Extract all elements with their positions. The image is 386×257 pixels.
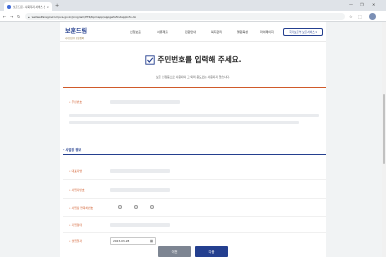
resident-number-field[interactable] — [110, 100, 180, 104]
page-content: 보훈드림 국가보훈부 보훈정책 신청보훈 서류제출 민원안내 복지관리 혈원육성… — [60, 22, 326, 257]
radio-option[interactable] — [134, 205, 138, 209]
representative-value — [110, 169, 170, 173]
nav-item-5[interactable]: 혈원육성 — [237, 30, 248, 34]
page-description: 보훈 신청등으로 사용되며 그 외의 용도로는 사용되지 않습니다. — [155, 75, 230, 79]
row-divider — [63, 216, 326, 217]
field-label-business-number: •사업자번호 — [69, 188, 85, 192]
row-divider — [63, 179, 326, 180]
resident-number-label: •주민번호 — [69, 100, 82, 104]
established-date-input[interactable]: 2023-03-28 ▦ — [110, 237, 156, 245]
next-button[interactable]: 다음 — [195, 246, 228, 257]
lock-icon: 🔒︎ — [28, 14, 30, 19]
scrollbar-thumb[interactable] — [383, 94, 385, 164]
reload-icon[interactable]: ↻ — [17, 13, 20, 20]
site-header: 보훈드림 국가보훈부 보훈정책 신청보훈 서류제출 민원안내 복지관리 혈원육성… — [60, 22, 326, 42]
notice-text-line — [69, 114, 319, 117]
forward-icon[interactable]: → — [10, 13, 13, 20]
url-input[interactable]: 🔒︎ wetwelfaregovkr.mpva.go.kr/program/PT… — [25, 13, 345, 20]
page-title: 주민번호를 입력해 주세요. — [157, 55, 242, 64]
nav-item-3[interactable]: 민원안내 — [185, 30, 196, 34]
company-type-value — [110, 223, 170, 227]
nav-item-1[interactable]: 신청보훈 — [130, 30, 141, 34]
date-value: 2023-03-28 — [113, 239, 130, 243]
address-bar-row: ← → ↻ 🔒︎ wetwelfaregovkr.mpva.go.kr/prog… — [0, 11, 386, 22]
star-icon[interactable]: ☆ — [349, 13, 353, 20]
radio-option[interactable] — [118, 205, 122, 209]
section-divider — [63, 154, 326, 155]
business-number-value — [110, 188, 170, 192]
row-divider — [63, 232, 326, 233]
tab-close-icon[interactable]: × — [46, 5, 49, 9]
field-label-phone: •사업장 연락처번호 — [69, 206, 94, 210]
nav-item-6[interactable]: 마이페이지 — [260, 30, 274, 34]
radio-option[interactable] — [150, 205, 154, 209]
maximize-icon[interactable]: ❐ — [360, 1, 364, 9]
favicon-icon — [7, 4, 11, 9]
page-heading: 주민번호를 입력해 주세요. — [60, 54, 326, 65]
minimize-icon[interactable]: — — [349, 1, 353, 9]
browser-tab[interactable]: 보훈드림 - 사회복지 서비스 신청 × — [4, 2, 52, 11]
divider — [63, 87, 326, 88]
prev-button[interactable]: 이전 — [158, 246, 191, 257]
logo-text: 보훈드림 — [65, 28, 88, 35]
notice-text-line — [69, 121, 299, 124]
tab-title: 보훈드림 - 사회복지 서비스 신청 — [13, 5, 46, 9]
scrollbar[interactable] — [382, 22, 386, 257]
field-label-company-type: •기업형태 — [69, 223, 82, 227]
nav-item-4[interactable]: 복지관리 — [211, 30, 222, 34]
phone-radio-group — [118, 205, 154, 209]
extensions-icon[interactable]: ⬚ — [358, 13, 362, 20]
section-title: - 사업장 정보 — [63, 148, 82, 152]
nav-item-2[interactable]: 서류제출 — [157, 30, 168, 34]
field-label-established-date: •설립일자 — [69, 239, 82, 243]
window-close-icon[interactable]: ✕ — [372, 1, 375, 9]
browser-tab-strip: 보훈드림 - 사회복지 서비스 신청 × + — ❐ ✕ — [0, 0, 386, 11]
checkbox-check-icon — [144, 54, 155, 65]
calendar-icon[interactable]: ▦ — [150, 239, 153, 243]
row-divider — [63, 198, 326, 199]
profile-avatar[interactable] — [369, 13, 376, 20]
new-tab-button[interactable]: + — [55, 2, 59, 10]
field-label-representative: •대표자명 — [69, 169, 82, 173]
logo-subtext: 국가보훈부 보훈정책 — [65, 37, 84, 40]
url-text: wetwelfaregovkr.mpva.go.kr/program/PTR/b… — [31, 14, 137, 19]
service-menu-button[interactable]: 국가보훈부 보훈서비스 ▾ — [283, 28, 323, 36]
site-logo[interactable]: 보훈드림 국가보훈부 보훈정책 — [65, 26, 87, 40]
back-icon[interactable]: ← — [3, 13, 6, 20]
